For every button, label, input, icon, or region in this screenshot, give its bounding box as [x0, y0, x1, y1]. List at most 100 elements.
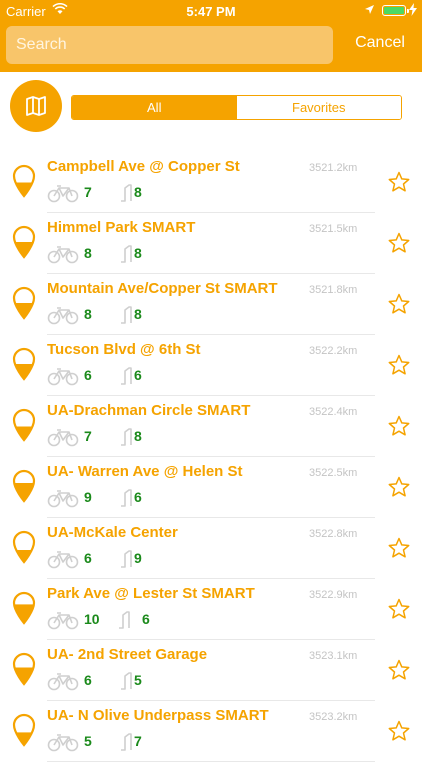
available-bikes-count: 6 [84, 672, 92, 688]
bike-icon [47, 612, 79, 630]
search-box[interactable] [6, 26, 333, 64]
station-row[interactable]: Campbell Ave @ Copper St 3521.2km 7 8 [0, 152, 422, 213]
station-pin-icon [12, 652, 36, 686]
favorite-star-icon[interactable] [388, 293, 410, 315]
station-pin-icon [12, 164, 36, 198]
dock-icon [121, 306, 132, 324]
map-icon [26, 96, 46, 116]
dock-icon [121, 489, 132, 507]
station-name: Park Ave @ Lester St SMART [47, 585, 255, 602]
available-bikes-count: 7 [84, 428, 92, 444]
station-distance: 3522.4km [309, 406, 358, 418]
available-docks-count: 8 [134, 184, 142, 200]
available-bikes-count: 8 [84, 245, 92, 261]
station-distance: 3522.9km [309, 589, 358, 601]
bike-icon [47, 429, 79, 447]
dock-icon [119, 611, 130, 629]
station-pin-icon [12, 469, 36, 503]
status-bar: Carrier 5:47 PM [0, 0, 422, 22]
station-name: Campbell Ave @ Copper St [47, 158, 240, 175]
bike-icon [47, 490, 79, 508]
station-pin-icon [12, 347, 36, 381]
station-distance: 3521.8km [309, 284, 358, 296]
dock-icon [121, 550, 132, 568]
dock-icon [121, 428, 132, 446]
header-bar: Carrier 5:47 PM Cancel [0, 0, 422, 72]
available-docks-count: 9 [134, 550, 142, 566]
dock-icon [121, 184, 132, 202]
bike-icon [47, 673, 79, 691]
station-row[interactable]: Tucson Blvd @ 6th St 3522.2km 6 6 [0, 335, 422, 396]
available-docks-count: 8 [134, 306, 142, 322]
station-row[interactable]: Himmel Park SMART 3521.5km 8 8 [0, 213, 422, 274]
station-row[interactable]: UA- Warren Ave @ Helen St 3522.5km 9 6 [0, 457, 422, 518]
station-row[interactable]: Park Ave @ Lester St SMART 3522.9km 10 6 [0, 579, 422, 640]
dock-icon [121, 245, 132, 263]
segment-all[interactable]: All [72, 96, 237, 119]
station-pin-icon [12, 591, 36, 625]
available-bikes-count: 5 [84, 733, 92, 749]
station-row[interactable]: UA-McKale Center 3522.8km 6 9 [0, 518, 422, 579]
favorite-star-icon[interactable] [388, 232, 410, 254]
available-bikes-count: 9 [84, 489, 92, 505]
search-input[interactable] [6, 26, 333, 64]
clock: 5:47 PM [186, 4, 236, 19]
station-distance: 3523.1km [309, 650, 358, 662]
available-docks-count: 8 [134, 245, 142, 261]
station-list: Campbell Ave @ Copper St 3521.2km 7 8 Hi… [0, 152, 422, 762]
station-pin-icon [12, 225, 36, 259]
station-distance: 3522.2km [309, 345, 358, 357]
available-docks-count: 6 [134, 489, 142, 505]
favorite-star-icon[interactable] [388, 171, 410, 193]
station-name: UA-McKale Center [47, 524, 178, 541]
available-docks-count: 7 [134, 733, 142, 749]
available-bikes-count: 6 [84, 550, 92, 566]
dock-icon [121, 672, 132, 690]
favorite-star-icon[interactable] [388, 354, 410, 376]
station-distance: 3522.8km [309, 528, 358, 540]
station-distance: 3521.2km [309, 162, 358, 174]
map-view-button[interactable] [10, 80, 62, 132]
battery-icon [382, 5, 409, 16]
station-name: Himmel Park SMART [47, 219, 196, 236]
favorite-star-icon[interactable] [388, 598, 410, 620]
station-name: Mountain Ave/Copper St SMART [47, 280, 278, 297]
available-bikes-count: 8 [84, 306, 92, 322]
favorite-star-icon[interactable] [388, 415, 410, 437]
station-row[interactable]: UA- 2nd Street Garage 3523.1km 6 5 [0, 640, 422, 701]
favorite-star-icon[interactable] [388, 720, 410, 742]
station-name: UA- N Olive Underpass SMART [47, 707, 269, 724]
available-bikes-count: 10 [84, 611, 100, 627]
available-bikes-count: 6 [84, 367, 92, 383]
bike-icon [47, 307, 79, 325]
station-row[interactable]: Mountain Ave/Copper St SMART 3521.8km 8 … [0, 274, 422, 335]
available-docks-count: 6 [134, 367, 142, 383]
station-name: UA- Warren Ave @ Helen St [47, 463, 243, 480]
favorite-star-icon[interactable] [388, 659, 410, 681]
station-distance: 3522.5km [309, 467, 358, 479]
station-pin-icon [12, 408, 36, 442]
station-name: UA-Drachman Circle SMART [47, 402, 251, 419]
charging-bolt-icon [409, 3, 417, 16]
station-distance: 3521.5km [309, 223, 358, 235]
station-pin-icon [12, 286, 36, 320]
station-pin-icon [12, 713, 36, 747]
dock-icon [121, 367, 132, 385]
favorite-star-icon[interactable] [388, 476, 410, 498]
segment-favorites[interactable]: Favorites [236, 96, 401, 119]
favorite-star-icon[interactable] [388, 537, 410, 559]
bike-icon [47, 246, 79, 264]
available-docks-count: 6 [142, 611, 150, 627]
cancel-button[interactable]: Cancel [349, 34, 411, 52]
station-name: Tucson Blvd @ 6th St [47, 341, 201, 358]
dock-icon [121, 733, 132, 751]
bike-icon [47, 368, 79, 386]
station-distance: 3523.2km [309, 711, 358, 723]
station-name: UA- 2nd Street Garage [47, 646, 208, 663]
available-docks-count: 8 [134, 428, 142, 444]
station-pin-icon [12, 530, 36, 564]
bike-icon [47, 734, 79, 752]
station-row[interactable]: UA- N Olive Underpass SMART 3523.2km 5 7 [0, 701, 422, 762]
location-arrow-icon [365, 5, 374, 14]
station-row[interactable]: UA-Drachman Circle SMART 3522.4km 7 8 [0, 396, 422, 457]
